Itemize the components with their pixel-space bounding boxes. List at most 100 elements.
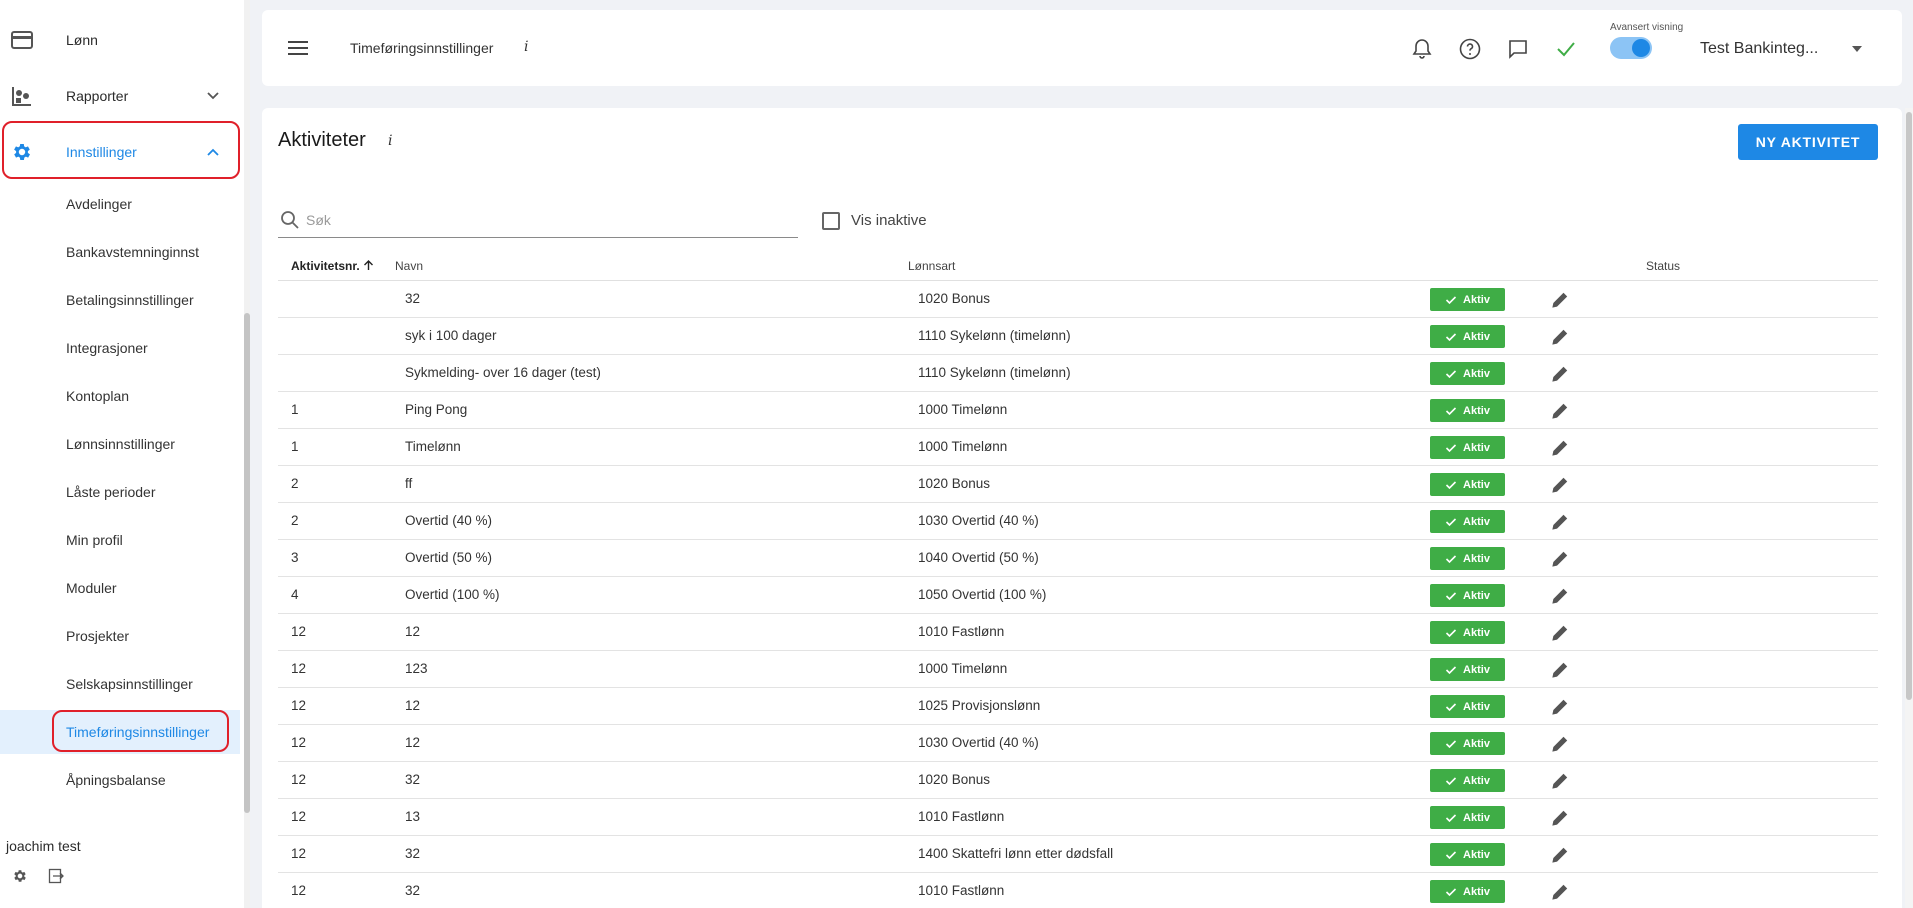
nav-item-lonn[interactable]: Lønn <box>0 18 240 62</box>
sidebar-item-avdelinger[interactable]: Avdelinger <box>0 182 240 226</box>
sidebar-item-min-profil[interactable]: Min profil <box>0 518 240 562</box>
advanced-view-toggle[interactable] <box>1610 37 1652 59</box>
status-badge: Aktiv <box>1430 769 1505 792</box>
sidebar-item-betaling[interactable]: Betalingsinnstillinger <box>0 278 240 322</box>
table-row[interactable]: 12 32 1400 Skattefri lønn etter dødsfall… <box>278 836 1878 873</box>
gear-icon <box>10 140 34 164</box>
check-icon <box>1445 813 1457 822</box>
edit-icon[interactable] <box>1550 401 1570 421</box>
sidebar-item-label: Avdelinger <box>66 196 132 212</box>
table-row[interactable]: 4 Overtid (100 %) 1050 Overtid (100 %) A… <box>278 577 1878 614</box>
info-icon[interactable]: i <box>524 39 528 55</box>
chevron-down-icon[interactable] <box>204 87 222 105</box>
search-field <box>278 204 798 238</box>
main-scrollbar-thumb[interactable] <box>1906 112 1912 700</box>
edit-icon[interactable] <box>1550 512 1570 532</box>
table-row[interactable]: Sykmelding- over 16 dager (test) 1110 Sy… <box>278 355 1878 392</box>
sidebar-item-integrasjoner[interactable]: Integrasjoner <box>0 326 240 370</box>
check-icon <box>1445 443 1457 452</box>
status-label: Aktiv <box>1463 293 1490 306</box>
new-activity-button[interactable]: NY AKTIVITET <box>1738 124 1878 160</box>
table-row[interactable]: 2 ff 1020 Bonus Aktiv <box>278 466 1878 503</box>
edit-icon[interactable] <box>1550 734 1570 754</box>
table-row[interactable]: 12 12 1010 Fastlønn Aktiv <box>278 614 1878 651</box>
check-icon <box>1445 702 1457 711</box>
status-label: Aktiv <box>1463 737 1490 750</box>
check-icon <box>1445 887 1457 896</box>
column-header-number[interactable]: Aktivitetsnr. <box>291 259 374 273</box>
table-row[interactable]: syk i 100 dager 1110 Sykelønn (timelønn)… <box>278 318 1878 355</box>
cell-name: 13 <box>405 809 421 824</box>
sidebar-item-kontoplan[interactable]: Kontoplan <box>0 374 240 418</box>
table-row[interactable]: 12 32 1010 Fastlønn Aktiv <box>278 873 1878 908</box>
column-header-wage-type[interactable]: Lønnsart <box>908 259 955 273</box>
table-row[interactable]: 3 Overtid (50 %) 1040 Overtid (50 %) Akt… <box>278 540 1878 577</box>
bell-icon[interactable] <box>1410 37 1434 61</box>
edit-icon[interactable] <box>1550 623 1570 643</box>
table-row[interactable]: 12 32 1020 Bonus Aktiv <box>278 762 1878 799</box>
sidebar-item-prosjekter[interactable]: Prosjekter <box>0 614 240 658</box>
logout-icon[interactable] <box>48 868 64 884</box>
column-header-name[interactable]: Navn <box>395 259 423 273</box>
edit-icon[interactable] <box>1550 549 1570 569</box>
cell-wage-type: 1110 Sykelønn (timelønn) <box>918 365 1071 380</box>
cell-wage-type: 1110 Sykelønn (timelønn) <box>918 328 1071 343</box>
table-row[interactable]: 12 12 1030 Overtid (40 %) Aktiv <box>278 725 1878 762</box>
sidebar-scrollbar-thumb[interactable] <box>244 313 250 813</box>
sidebar-item-label: Åpningsbalanse <box>66 772 166 788</box>
info-icon[interactable]: i <box>388 133 392 149</box>
sidebar-item-laste-perioder[interactable]: Låste perioder <box>0 470 240 514</box>
edit-icon[interactable] <box>1550 845 1570 865</box>
sidebar-item-moduler[interactable]: Moduler <box>0 566 240 610</box>
table-row[interactable]: 2 Overtid (40 %) 1030 Overtid (40 %) Akt… <box>278 503 1878 540</box>
show-inactive-checkbox[interactable] <box>822 212 840 230</box>
status-label: Aktiv <box>1463 441 1490 454</box>
check-icon <box>1445 665 1457 674</box>
edit-icon[interactable] <box>1550 586 1570 606</box>
table-row[interactable]: 1 Timelønn 1000 Timelønn Aktiv <box>278 429 1878 466</box>
sidebar-item-bankavstemning[interactable]: Bankavstemninginnst <box>0 230 240 274</box>
edit-icon[interactable] <box>1550 882 1570 902</box>
menu-icon[interactable] <box>288 40 308 56</box>
cell-number: 2 <box>291 476 299 491</box>
edit-icon[interactable] <box>1550 808 1570 828</box>
nav-item-innstillinger[interactable]: Innstillinger <box>0 130 240 174</box>
table-row[interactable]: 12 12 1025 Provisjonslønn Aktiv <box>278 688 1878 725</box>
edit-icon[interactable] <box>1550 475 1570 495</box>
company-selector[interactable]: Test Bankinteg... <box>1700 40 1818 58</box>
status-badge: Aktiv <box>1430 843 1505 866</box>
search-input[interactable] <box>306 208 786 232</box>
nav-label: Innstillinger <box>66 144 137 160</box>
sidebar-item-apningsbalanse[interactable]: Åpningsbalanse <box>0 758 240 802</box>
sidebar-item-lonnsinnstillinger[interactable]: Lønnsinnstillinger <box>0 422 240 466</box>
edit-icon[interactable] <box>1550 438 1570 458</box>
edit-icon[interactable] <box>1550 364 1570 384</box>
table-row[interactable]: 12 13 1010 Fastlønn Aktiv <box>278 799 1878 836</box>
edit-icon[interactable] <box>1550 697 1570 717</box>
edit-icon[interactable] <box>1550 327 1570 347</box>
edit-icon[interactable] <box>1550 660 1570 680</box>
edit-icon[interactable] <box>1550 771 1570 791</box>
status-badge: Aktiv <box>1430 399 1505 422</box>
status-label: Aktiv <box>1463 885 1490 898</box>
column-header-status[interactable]: Status <box>1646 259 1680 273</box>
sidebar-item-selskap[interactable]: Selskapsinnstillinger <box>0 662 240 706</box>
cell-wage-type: 1025 Provisjonslønn <box>918 698 1041 713</box>
table-row[interactable]: 1 Ping Pong 1000 Timelønn Aktiv <box>278 392 1878 429</box>
chevron-up-icon[interactable] <box>204 143 222 161</box>
edit-icon[interactable] <box>1550 290 1570 310</box>
status-label: Aktiv <box>1463 367 1490 380</box>
cell-name: ff <box>405 476 413 491</box>
sidebar-item-timeforing[interactable]: Timeføringsinnstillinger <box>0 710 240 754</box>
caret-down-icon[interactable] <box>1852 46 1862 52</box>
chat-icon[interactable] <box>1506 37 1530 61</box>
cell-name: 32 <box>405 291 421 306</box>
table-row[interactable]: 32 1020 Bonus Aktiv <box>278 281 1878 318</box>
table-row[interactable]: 12 123 1000 Timelønn Aktiv <box>278 651 1878 688</box>
check-icon[interactable] <box>1554 37 1578 61</box>
settings-icon[interactable] <box>12 868 28 884</box>
help-icon[interactable] <box>1458 37 1482 61</box>
show-inactive-label: Vis inaktive <box>851 212 927 229</box>
nav-item-rapporter[interactable]: Rapporter <box>0 74 240 118</box>
status-badge: Aktiv <box>1430 732 1505 755</box>
